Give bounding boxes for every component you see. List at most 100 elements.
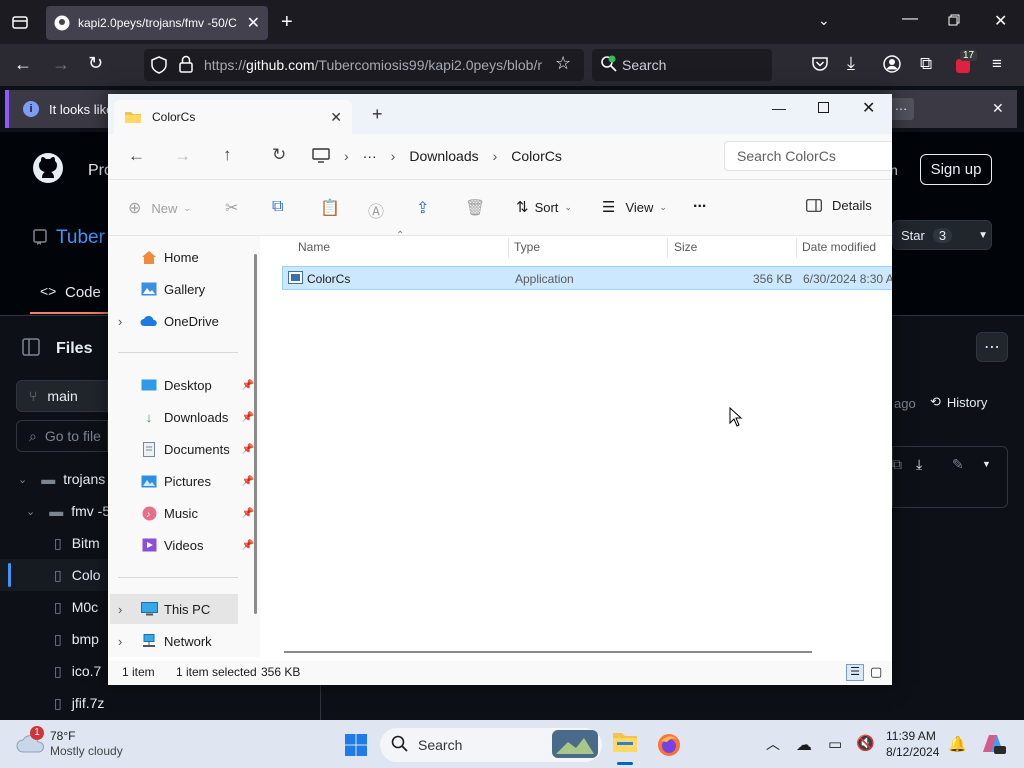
nav-documents[interactable]: Documents 📌 (118, 434, 258, 464)
app-menu-icon[interactable]: ≡ (992, 54, 1002, 74)
file-explorer-taskbar-icon[interactable] (612, 730, 638, 754)
lock-icon[interactable] (179, 55, 193, 73)
tree-row[interactable]: ▯ jfif.7z (0, 687, 108, 719)
search-engine-icon[interactable] (600, 55, 618, 73)
tree-row[interactable]: ▯ ico.7 (0, 655, 108, 687)
nav-gallery[interactable]: Gallery (118, 274, 258, 304)
volume-muted-icon[interactable]: 🔇 (856, 734, 875, 752)
tab-list-icon[interactable] (11, 13, 29, 31)
refresh-icon[interactable]: ↻ (272, 145, 286, 165)
forward-icon[interactable]: → (174, 146, 191, 166)
delete-icon[interactable]: 🗑 (465, 198, 485, 218)
tree-row[interactable]: ▯ Bitm (0, 527, 108, 559)
sidebar-toggle-icon[interactable] (22, 338, 40, 356)
sort-button[interactable]: ⇅ Sort ⌄ (516, 198, 572, 216)
browser-search-bar[interactable]: Search (592, 49, 772, 81)
back-icon[interactable]: ← (128, 146, 145, 166)
tree-row-selected[interactable]: ▯ Colo (0, 559, 108, 591)
tree-row[interactable]: ▯ bmp (0, 623, 108, 655)
column-size[interactable]: Size (674, 240, 697, 254)
more-path-icon[interactable]: ··· (363, 148, 377, 164)
back-icon[interactable]: ← (14, 54, 32, 75)
maximize-icon[interactable] (818, 102, 829, 113)
nav-desktop[interactable]: Desktop 📌 (118, 370, 258, 400)
close-tab-icon[interactable]: ✕ (247, 13, 260, 33)
notification-close-icon[interactable]: ✕ (992, 100, 1004, 117)
nav-onedrive[interactable]: › OneDrive (118, 306, 258, 336)
tree-row[interactable]: ⌄ ▬ trojans (0, 463, 108, 495)
chevron-right-icon[interactable]: › (118, 314, 122, 329)
bookmark-star-icon[interactable]: ☆ (555, 53, 571, 74)
chevron-up-icon[interactable]: ︿ (766, 734, 780, 754)
copy-icon[interactable]: ⧉ (272, 198, 283, 216)
nav-this-pc[interactable]: › This PC (110, 594, 238, 624)
start-button[interactable] (344, 733, 368, 757)
reload-icon[interactable]: ↻ (88, 53, 103, 74)
nav-network[interactable]: › Network (118, 626, 258, 656)
table-row[interactable]: ColorCs Application 356 KB 6/30/2024 8:3… (282, 266, 892, 290)
display-icon[interactable]: ▭ (828, 735, 842, 753)
branch-selector[interactable]: ⑂ main (16, 380, 108, 412)
breadcrumb-item[interactable]: Downloads (409, 148, 478, 164)
rename-icon[interactable]: Ⓐ (368, 198, 384, 222)
github-logo-icon[interactable] (32, 152, 64, 184)
account-icon[interactable] (883, 55, 901, 73)
paste-icon[interactable]: 📋 (320, 198, 340, 218)
details-view-icon[interactable]: ☰ (846, 664, 864, 681)
notification-bell-icon[interactable]: 🔔 (948, 735, 967, 753)
tracking-shield-icon[interactable] (151, 56, 167, 74)
explorer-tab[interactable]: ColorCs ✕ (114, 100, 352, 134)
nav-videos[interactable]: Videos 📌 (118, 530, 258, 560)
column-name[interactable]: Name (298, 240, 330, 254)
forward-icon[interactable]: → (52, 54, 70, 75)
restore-browser-icon[interactable] (948, 14, 960, 26)
column-date-modified[interactable]: Date modified (802, 240, 876, 254)
minimize-icon[interactable]: — (772, 100, 786, 116)
extensions-icon[interactable]: ⧉ (920, 54, 932, 74)
new-tab-icon[interactable]: + (281, 11, 293, 34)
nav-downloads[interactable]: ↓ Downloads 📌 (118, 402, 258, 432)
column-type[interactable]: Type (514, 240, 540, 254)
explorer-search-input[interactable]: Search ColorCs (724, 141, 892, 171)
tree-row[interactable]: ⌄ ▬ fmv -5 (0, 495, 108, 527)
nav-music[interactable]: ♪ Music 📌 (118, 498, 258, 528)
share-icon[interactable]: ⇪ (416, 198, 429, 218)
nav-pictures[interactable]: Pictures 📌 (118, 466, 258, 496)
edit-file-icon[interactable]: ✎ (952, 456, 964, 473)
view-button[interactable]: ☰ View ⌄ (602, 198, 667, 216)
go-to-file-input[interactable]: ⌕ Go to file (16, 420, 108, 452)
clock-date[interactable]: 8/12/2024 (886, 745, 939, 759)
close-tab-icon[interactable]: ✕ (330, 109, 342, 126)
history-link[interactable]: ⟲ History (930, 394, 987, 410)
edit-dropdown-icon[interactable]: ▼ (982, 459, 991, 469)
browser-tab[interactable]: kapi2.0peys/trojans/fmv -50/C ✕ (46, 6, 268, 40)
weather-widget[interactable]: 1 78°F Mostly cloudy (14, 726, 144, 764)
clock-time[interactable]: 11:39 AM (886, 729, 936, 743)
firefox-taskbar-icon[interactable] (657, 733, 681, 757)
horizontal-scrollbar[interactable] (284, 651, 812, 653)
new-button[interactable]: ⊕ New ⌄ (128, 198, 191, 218)
close-browser-icon[interactable]: ✕ (994, 11, 1007, 31)
minimize-browser-icon[interactable]: — (902, 10, 918, 28)
tree-row[interactable]: ▯ M0c (0, 591, 108, 623)
breadcrumb-item[interactable]: ColorCs (511, 148, 562, 164)
nav-home[interactable]: Home (118, 242, 258, 272)
url-bar[interactable]: https://github.com/Tubercomiosis99/kapi2… (144, 49, 584, 81)
code-tab[interactable]: Code (65, 284, 101, 301)
star-button[interactable]: Star 3 ▼ (892, 220, 992, 250)
repo-owner-link[interactable]: Tuber (56, 227, 105, 249)
copy-file-icon[interactable]: ⧉ (892, 456, 902, 473)
up-icon[interactable]: ↑ (223, 145, 232, 165)
cloud-offline-icon[interactable]: ☁ (796, 735, 812, 755)
new-tab-icon[interactable]: + (372, 104, 383, 125)
nav-scrollbar[interactable] (254, 254, 257, 614)
list-all-tabs-icon[interactable]: ⌄ (818, 12, 830, 29)
tiles-view-icon[interactable]: ▢ (870, 664, 882, 680)
copilot-icon[interactable] (980, 732, 1006, 756)
sign-up-button[interactable]: Sign up (920, 154, 992, 185)
close-window-icon[interactable]: ✕ (862, 98, 875, 118)
address-bar[interactable]: › ··· › Downloads › ColorCs (312, 141, 716, 171)
chevron-right-icon[interactable]: › (118, 634, 122, 649)
pocket-icon[interactable] (811, 56, 829, 72)
download-file-icon[interactable]: ⤓ (916, 456, 922, 473)
